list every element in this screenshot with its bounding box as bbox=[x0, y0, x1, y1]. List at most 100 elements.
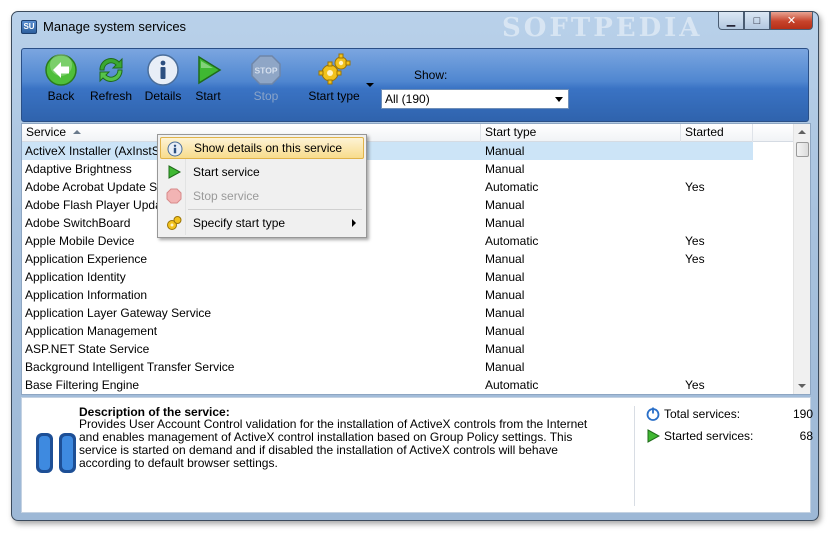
show-filter-label: Show: bbox=[414, 68, 448, 82]
table-row[interactable]: Adobe Acrobat Update Serv Automatic Yes bbox=[22, 178, 794, 196]
cell-start-type: Manual bbox=[485, 360, 525, 374]
total-services-label: Total services: bbox=[664, 407, 741, 421]
table-row[interactable]: Apple Mobile Device Automatic Yes bbox=[22, 232, 794, 250]
window-controls: ▁ □ ✕ bbox=[718, 12, 813, 32]
column-label-service: Service bbox=[26, 125, 67, 139]
cell-start-type: Manual bbox=[485, 270, 525, 284]
cell-started: Yes bbox=[685, 378, 705, 392]
menu-item-specify-start-type[interactable]: Specify start type bbox=[160, 212, 364, 234]
menu-item-label: Specify start type bbox=[193, 216, 286, 230]
table-row[interactable]: Application Management Manual bbox=[22, 322, 794, 340]
watermark: SOFTPEDIA bbox=[502, 13, 703, 43]
back-label: Back bbox=[47, 89, 75, 103]
cell-start-type: Manual bbox=[485, 162, 525, 176]
details-button[interactable]: Details bbox=[138, 53, 188, 119]
total-services-stat: Total services: 190 bbox=[646, 407, 816, 423]
play-icon bbox=[198, 55, 222, 85]
cell-start-type: Manual bbox=[485, 306, 525, 320]
menu-item-label: Show details on this service bbox=[194, 141, 343, 155]
list-rows: ActiveX Installer (AxInstSV) Manual Adapti… bbox=[22, 142, 794, 394]
table-row[interactable]: Application Layer Gateway Service Manual bbox=[22, 304, 794, 322]
cell-service: ASP.NET State Service bbox=[25, 342, 150, 356]
info-icon bbox=[147, 54, 179, 86]
submenu-arrow-icon bbox=[352, 219, 356, 227]
cell-service: Background Intelligent Transfer Service bbox=[25, 360, 235, 374]
refresh-button[interactable]: Refresh bbox=[86, 53, 136, 119]
back-button[interactable]: Back bbox=[36, 53, 86, 119]
scroll-up-icon[interactable] bbox=[798, 130, 806, 134]
cell-started: Yes bbox=[685, 252, 705, 266]
close-button[interactable]: ✕ bbox=[770, 12, 813, 30]
svg-text:STOP: STOP bbox=[255, 66, 278, 76]
vertical-scrollbar[interactable] bbox=[793, 124, 810, 394]
cell-service: Application Experience bbox=[25, 252, 148, 266]
table-row[interactable]: ASP.NET State Service Manual bbox=[22, 340, 794, 358]
back-arrow-icon bbox=[45, 54, 77, 86]
table-row[interactable]: Adobe Flash Player Update Manual bbox=[22, 196, 794, 214]
show-filter-select[interactable]: All (190) bbox=[381, 89, 569, 109]
cell-start-type: Manual bbox=[485, 216, 525, 230]
cell-service: Apple Mobile Device bbox=[25, 234, 135, 248]
table-row[interactable]: Base Filtering Engine Automatic Yes bbox=[22, 376, 794, 394]
table-row[interactable]: Background Intelligent Transfer Service M… bbox=[22, 358, 794, 376]
cell-start-type: Manual bbox=[485, 324, 525, 338]
window-title: Manage system services bbox=[43, 19, 187, 34]
column-label-start-type: Start type bbox=[485, 125, 537, 139]
description-panel: Description of the service: Provides Use… bbox=[21, 397, 813, 513]
minimize-button[interactable]: ▁ bbox=[718, 12, 744, 30]
pause-icon bbox=[36, 433, 76, 473]
scroll-down-icon[interactable] bbox=[798, 384, 806, 388]
cell-service: Application Identity bbox=[25, 270, 126, 284]
cell-service: Adobe Acrobat Update Serv bbox=[25, 180, 174, 194]
description-text: Provides User Account Control validation… bbox=[79, 417, 588, 470]
started-services-label: Started services: bbox=[664, 429, 754, 443]
gears-icon bbox=[167, 216, 182, 230]
main-window: SU Manage system services SOFTPEDIA ▁ □ … bbox=[11, 11, 819, 521]
panel-divider bbox=[634, 406, 635, 506]
start-label: Start bbox=[195, 89, 221, 103]
maximize-button[interactable]: □ bbox=[744, 12, 770, 30]
menu-item-start-service[interactable]: Start service bbox=[160, 161, 364, 183]
play-icon bbox=[647, 429, 660, 443]
power-icon bbox=[646, 407, 660, 421]
menu-item-stop-service[interactable]: Stop service bbox=[160, 185, 364, 207]
menu-item-label: Stop service bbox=[193, 189, 260, 203]
table-row[interactable]: Adaptive Brightness Manual bbox=[22, 160, 794, 178]
started-services-value: 68 bbox=[799, 429, 813, 443]
table-row[interactable]: Application Information Manual bbox=[22, 286, 794, 304]
stop-button[interactable]: STOP Stop bbox=[244, 53, 288, 119]
start-button[interactable]: Start bbox=[186, 53, 230, 119]
table-row[interactable]: ActiveX Installer (AxInstSV) Manual bbox=[22, 142, 753, 160]
app-icon: SU bbox=[21, 20, 37, 34]
table-row[interactable]: Adobe SwitchBoard Manual bbox=[22, 214, 794, 232]
scroll-thumb[interactable] bbox=[796, 142, 809, 157]
column-header-started[interactable]: Started bbox=[681, 124, 753, 142]
start-type-label: Start type bbox=[308, 89, 360, 103]
cell-service: Application Information bbox=[25, 288, 148, 302]
menu-item-label: Start service bbox=[193, 165, 260, 179]
start-type-dropdown-arrow-icon[interactable] bbox=[366, 83, 374, 87]
cell-start-type: Manual bbox=[485, 288, 525, 302]
info-icon bbox=[167, 141, 183, 157]
services-list[interactable]: Service Start type Started ActiveX Insta… bbox=[21, 123, 811, 395]
stop-icon bbox=[166, 188, 182, 204]
column-header-start-type[interactable]: Start type bbox=[481, 124, 681, 142]
table-row[interactable]: Application Experience Manual Yes bbox=[22, 250, 794, 268]
cell-service: ActiveX Installer (AxInstSV) bbox=[25, 144, 172, 158]
cell-start-type: Automatic bbox=[485, 180, 539, 194]
cell-service: Adaptive Brightness bbox=[25, 162, 132, 176]
menu-item-show-details[interactable]: Show details on this service bbox=[160, 137, 364, 159]
cell-service: Application Layer Gateway Service bbox=[25, 306, 212, 320]
play-icon bbox=[168, 165, 182, 179]
cell-service: Adobe SwitchBoard bbox=[25, 216, 131, 230]
cell-service: Base Filtering Engine bbox=[25, 378, 140, 392]
gears-icon bbox=[318, 53, 351, 85]
table-row[interactable]: Application Identity Manual bbox=[22, 268, 794, 286]
title-bar[interactable]: SU Manage system services SOFTPEDIA ▁ □ … bbox=[12, 12, 818, 43]
column-label-started: Started bbox=[685, 125, 724, 139]
total-services-value: 190 bbox=[792, 407, 813, 421]
toolbar: Back Refresh Details Start STOP Stop Sta… bbox=[21, 48, 809, 122]
stop-label: Stop bbox=[253, 89, 279, 103]
refresh-label: Refresh bbox=[89, 89, 133, 103]
start-type-button[interactable]: Start type bbox=[302, 53, 366, 119]
